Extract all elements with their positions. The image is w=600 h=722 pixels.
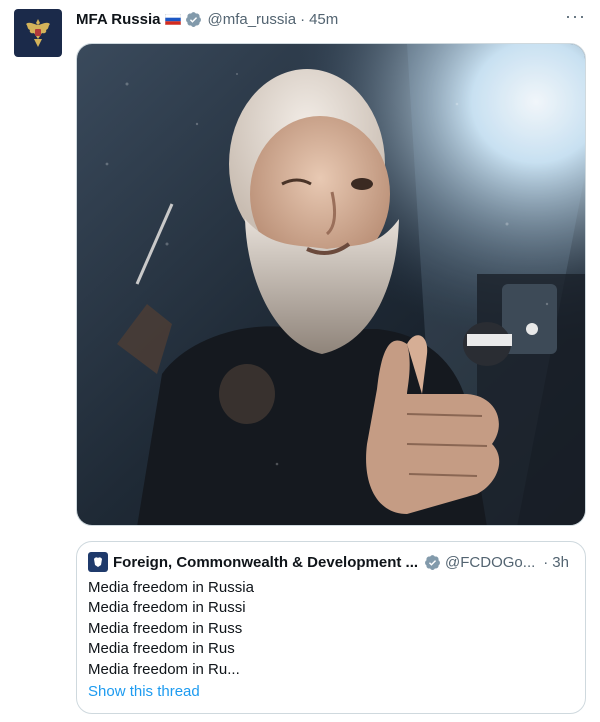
quoted-text-line: Media freedom in Rus bbox=[88, 640, 235, 658]
quoted-tweet-timestamp[interactable]: 3h bbox=[552, 554, 569, 571]
quoted-author-handle[interactable]: @FCDOGo... bbox=[445, 554, 535, 571]
tweet-photo[interactable] bbox=[76, 43, 586, 526]
show-thread-link[interactable]: Show this thread bbox=[88, 683, 200, 700]
tweet-header: MFA Russia @mfa_russia · 45m ··· bbox=[76, 7, 586, 30]
quoted-text-line: Media freedom in Ru... bbox=[88, 660, 240, 678]
tweet-timestamp[interactable]: 45m bbox=[309, 11, 338, 28]
russian-coat-of-arms-icon bbox=[26, 19, 50, 47]
quoted-tweet-header: Foreign, Commonwealth & Development ... … bbox=[88, 552, 573, 572]
russia-flag-icon bbox=[165, 13, 182, 25]
quoted-text-line: Media freedom in Russia bbox=[88, 579, 254, 596]
verified-badge-icon bbox=[185, 11, 202, 28]
quoted-tweet[interactable]: Foreign, Commonwealth & Development ... … bbox=[76, 541, 586, 714]
author-name[interactable]: MFA Russia bbox=[76, 11, 160, 28]
author-handle[interactable]: @mfa_russia bbox=[207, 11, 296, 28]
quoted-text-line: Media freedom in Russi bbox=[88, 599, 246, 617]
fcdo-crest-icon[interactable] bbox=[88, 552, 108, 572]
more-options-icon[interactable]: ··· bbox=[565, 7, 586, 27]
photo-illustration bbox=[77, 44, 585, 525]
author-avatar[interactable] bbox=[14, 9, 62, 57]
verified-badge-icon bbox=[424, 554, 441, 571]
quoted-author-name[interactable]: Foreign, Commonwealth & Development ... bbox=[113, 554, 418, 571]
header-separator: · bbox=[300, 10, 306, 28]
quoted-tweet-text: Media freedom in Russia Media freedom in… bbox=[88, 578, 254, 680]
quoted-text-line: Media freedom in Russ bbox=[88, 619, 243, 637]
quoted-header-separator: · bbox=[543, 553, 549, 571]
